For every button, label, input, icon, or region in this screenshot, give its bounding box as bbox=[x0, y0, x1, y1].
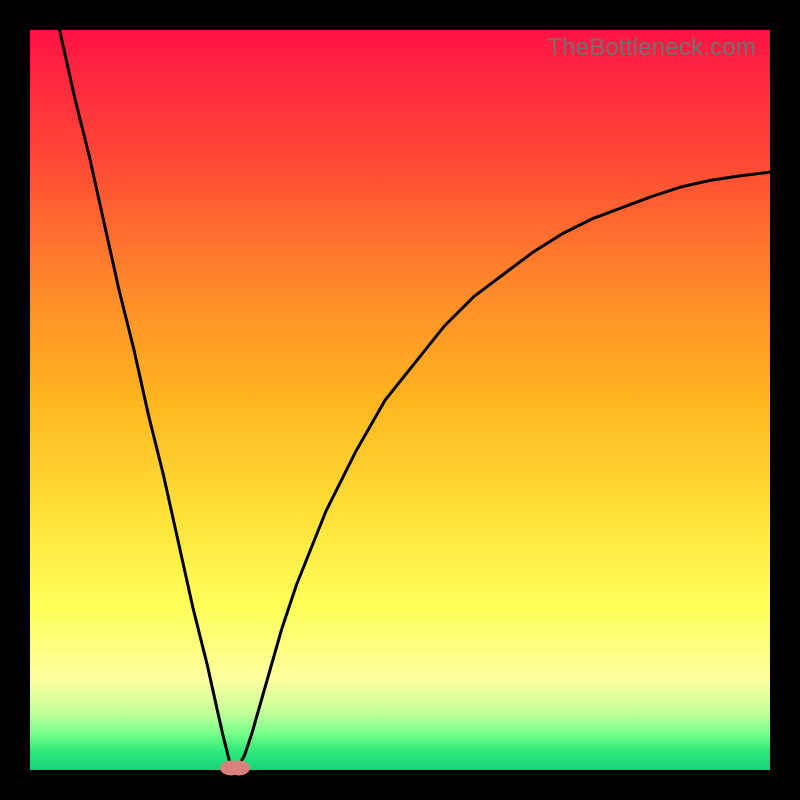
chart-frame: TheBottleneck.com bbox=[0, 0, 800, 800]
bottleneck-curve-path bbox=[60, 30, 770, 768]
curve-svg bbox=[30, 30, 770, 770]
optimal-point-marker-2 bbox=[228, 760, 250, 775]
plot-area: TheBottleneck.com bbox=[30, 30, 770, 770]
